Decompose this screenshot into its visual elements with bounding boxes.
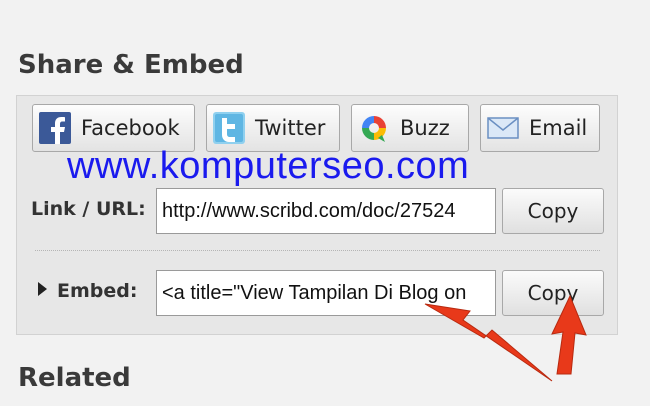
annotation-arrows bbox=[424, 294, 587, 382]
related-heading: Related bbox=[18, 363, 131, 393]
arrow-to-embed-field bbox=[424, 303, 553, 382]
arrow-to-copy-button bbox=[551, 294, 587, 375]
